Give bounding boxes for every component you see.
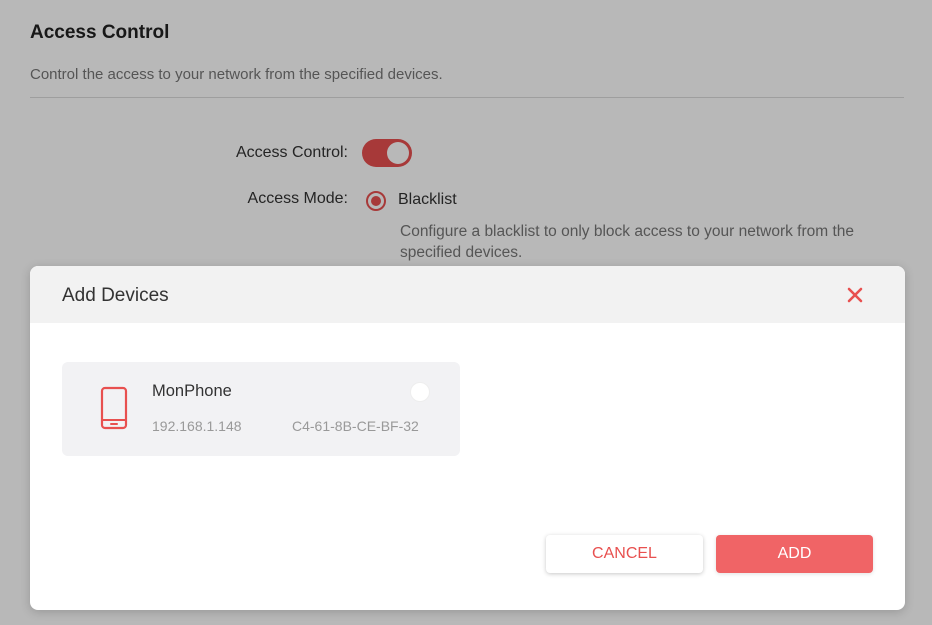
modal-title: Add Devices — [62, 285, 169, 306]
add-button[interactable]: ADD — [716, 535, 873, 573]
add-devices-modal: Add Devices MonPhone 192.168.1.148 C4-61… — [30, 266, 905, 610]
device-select-radio[interactable] — [410, 382, 430, 402]
modal-header: Add Devices — [30, 266, 905, 323]
device-name: MonPhone — [152, 382, 232, 400]
device-ip: 192.168.1.148 — [152, 418, 242, 434]
cancel-button[interactable]: CANCEL — [546, 535, 703, 573]
close-icon[interactable] — [842, 282, 868, 308]
device-mac: C4-61-8B-CE-BF-32 — [292, 418, 419, 434]
phone-icon — [100, 386, 128, 430]
device-card[interactable]: MonPhone 192.168.1.148 C4-61-8B-CE-BF-32 — [62, 362, 460, 456]
